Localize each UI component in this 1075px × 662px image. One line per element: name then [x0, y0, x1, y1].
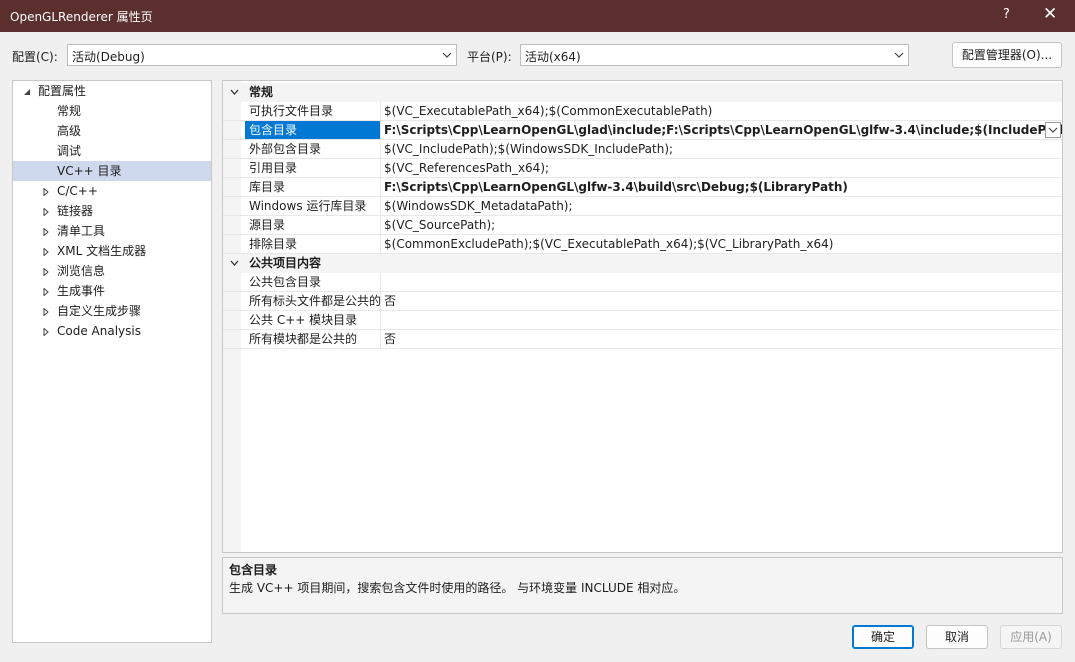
category-public-label: 公共项目内容	[249, 256, 322, 270]
expanded-icon[interactable]	[23, 88, 31, 96]
collapsed-icon[interactable]	[42, 228, 50, 236]
tree-item[interactable]: C/C++	[13, 181, 211, 201]
collapsed-icon[interactable]	[42, 268, 50, 276]
value-dropdown-button[interactable]	[1045, 122, 1061, 138]
property-value[interactable]: $(VC_ReferencesPath_x64);	[384, 159, 549, 178]
help-button[interactable]: ?	[1003, 7, 1010, 22]
property-tree: 配置属性 常规高级调试 VC++ 目录 C/C++ 链接器清单工具 XML 文档生成器浏…	[12, 80, 212, 643]
chevron-down-icon[interactable]	[230, 260, 239, 267]
tree-item-label: 生成事件	[57, 284, 106, 298]
property-row[interactable]: 公共包含目录	[223, 273, 1062, 292]
tree-item-label: 清单工具	[57, 224, 106, 238]
title-bar: OpenGLRenderer 属性页 ? ✕	[0, 0, 1075, 32]
tree-item-label: 调试	[57, 144, 82, 158]
property-name[interactable]: 库目录	[245, 178, 380, 196]
tree-item-label: C/C++	[57, 184, 98, 198]
property-name[interactable]: 包含目录	[245, 121, 380, 139]
tree-item[interactable]: 自定义生成步骤	[13, 301, 211, 321]
tree-item[interactable]: 链接器	[13, 201, 211, 221]
property-row[interactable]: 所有模块都是公共的否	[223, 330, 1062, 349]
property-row[interactable]: 包含目录 F:\Scripts\Cpp\LearnOpenGL\glad\incl…	[223, 121, 1062, 140]
chevron-down-icon	[442, 52, 452, 58]
property-name[interactable]: 所有标头文件都是公共的	[245, 292, 380, 310]
chevron-down-icon	[1048, 127, 1058, 133]
tree-item-label: VC++ 目录	[57, 164, 122, 178]
tree-root[interactable]: 配置属性	[13, 81, 211, 101]
tree-item-label: 自定义生成步骤	[57, 304, 142, 318]
property-row[interactable]: 引用目录 $(VC_ReferencesPath_x64);	[223, 159, 1062, 178]
cancel-button[interactable]: 取消	[926, 625, 988, 649]
property-row[interactable]: 所有标头文件都是公共的否	[223, 292, 1062, 311]
property-row[interactable]: 可执行文件目录 $(VC_ExecutablePath_x64);$(Common…	[223, 102, 1062, 121]
tree-item[interactable]: 高级	[13, 121, 211, 141]
collapsed-icon[interactable]	[42, 208, 50, 216]
property-name[interactable]: 排除目录	[245, 235, 380, 253]
tree-item[interactable]: VC++ 目录	[13, 161, 211, 181]
tree-root-label: 配置属性	[38, 84, 87, 98]
property-value[interactable]: $(WindowsSDK_MetadataPath);	[384, 197, 573, 216]
description-panel: 包含目录 生成 VC++ 项目期间，搜索包含文件时使用的路径。 与环境变量 IN…	[222, 557, 1063, 614]
property-name[interactable]: 可执行文件目录	[245, 102, 380, 120]
collapsed-icon[interactable]	[42, 188, 50, 196]
property-value[interactable]: 否	[384, 292, 396, 311]
tree-item-label: XML 文档生成器	[57, 244, 147, 258]
tree-item[interactable]: 浏览信息	[13, 261, 211, 281]
config-manager-button[interactable]: 配置管理器(O)...	[952, 42, 1062, 68]
config-value: 活动(Debug)	[72, 50, 145, 64]
ok-button[interactable]: 确定	[852, 625, 914, 649]
property-row[interactable]: 外部包含目录 $(VC_IncludePath);$(WindowsSDK_Inc…	[223, 140, 1062, 159]
property-row[interactable]: 排除目录 $(CommonExcludePath);$(VC_Executable…	[223, 235, 1062, 254]
category-general[interactable]: 常规	[223, 83, 1062, 102]
property-name[interactable]: 所有模块都是公共的	[245, 330, 380, 348]
category-general-label: 常规	[249, 85, 274, 99]
property-name[interactable]: 公共 C++ 模块目录	[245, 311, 380, 329]
collapsed-icon[interactable]	[42, 308, 50, 316]
property-value[interactable]: F:\Scripts\Cpp\LearnOpenGL\glad\include;…	[384, 121, 1062, 140]
property-row[interactable]: 公共 C++ 模块目录	[223, 311, 1062, 330]
config-label: 配置(C):	[12, 50, 58, 64]
property-value[interactable]: $(VC_ExecutablePath_x64);$(CommonExecuta…	[384, 102, 712, 121]
collapsed-icon[interactable]	[42, 328, 50, 336]
tree-item[interactable]: 常规	[13, 101, 211, 121]
property-row[interactable]: Windows 运行库目录 $(WindowsSDK_MetadataPath);	[223, 197, 1062, 216]
description-text: 生成 VC++ 项目期间，搜索包含文件时使用的路径。 与环境变量 INCLUDE…	[229, 581, 686, 595]
close-button[interactable]: ✕	[1043, 4, 1057, 24]
collapsed-icon[interactable]	[42, 248, 50, 256]
property-name[interactable]: 引用目录	[245, 159, 380, 177]
property-value[interactable]: 否	[384, 330, 396, 349]
category-public[interactable]: 公共项目内容	[223, 254, 1062, 273]
property-row[interactable]: 源目录 $(VC_SourcePath);	[223, 216, 1062, 235]
tree-item-label: 高级	[57, 124, 82, 138]
description-title: 包含目录	[229, 563, 278, 577]
property-name[interactable]: 外部包含目录	[245, 140, 380, 158]
property-name[interactable]: 源目录	[245, 216, 380, 234]
property-value[interactable]: F:\Scripts\Cpp\LearnOpenGL\glfw-3.4\buil…	[384, 178, 848, 197]
tree-item-label: 浏览信息	[57, 264, 106, 278]
tree-item[interactable]: 调试	[13, 141, 211, 161]
window-title: OpenGLRenderer 属性页	[10, 10, 153, 24]
chevron-down-icon	[894, 52, 904, 58]
platform-dropdown[interactable]: 活动(x64)	[520, 44, 909, 66]
tree-item[interactable]: 生成事件	[13, 281, 211, 301]
property-value[interactable]: $(CommonExcludePath);$(VC_ExecutablePath…	[384, 235, 833, 254]
platform-value: 活动(x64)	[525, 50, 581, 64]
property-row[interactable]: 库目录 F:\Scripts\Cpp\LearnOpenGL\glfw-3.4\b…	[223, 178, 1062, 197]
tree-item[interactable]: XML 文档生成器	[13, 241, 211, 261]
collapsed-icon[interactable]	[42, 288, 50, 296]
platform-label: 平台(P):	[467, 50, 512, 64]
tree-item[interactable]: 清单工具	[13, 221, 211, 241]
config-dropdown[interactable]: 活动(Debug)	[67, 44, 457, 66]
property-name[interactable]: 公共包含目录	[245, 273, 380, 291]
property-value[interactable]: $(VC_SourcePath);	[384, 216, 495, 235]
chevron-down-icon[interactable]	[230, 89, 239, 96]
property-value[interactable]: $(VC_IncludePath);$(WindowsSDK_IncludePa…	[384, 140, 673, 159]
tree-item-label: 链接器	[57, 204, 94, 218]
property-grid: 常规 可执行文件目录 $(VC_ExecutablePath_x64);$(Com…	[222, 80, 1063, 553]
property-name[interactable]: Windows 运行库目录	[245, 197, 380, 215]
tree-item-label: 常规	[57, 104, 82, 118]
tree-item-label: Code Analysis	[57, 324, 141, 338]
tree-item[interactable]: Code Analysis	[13, 321, 211, 341]
apply-button[interactable]: 应用(A)	[1000, 625, 1062, 649]
